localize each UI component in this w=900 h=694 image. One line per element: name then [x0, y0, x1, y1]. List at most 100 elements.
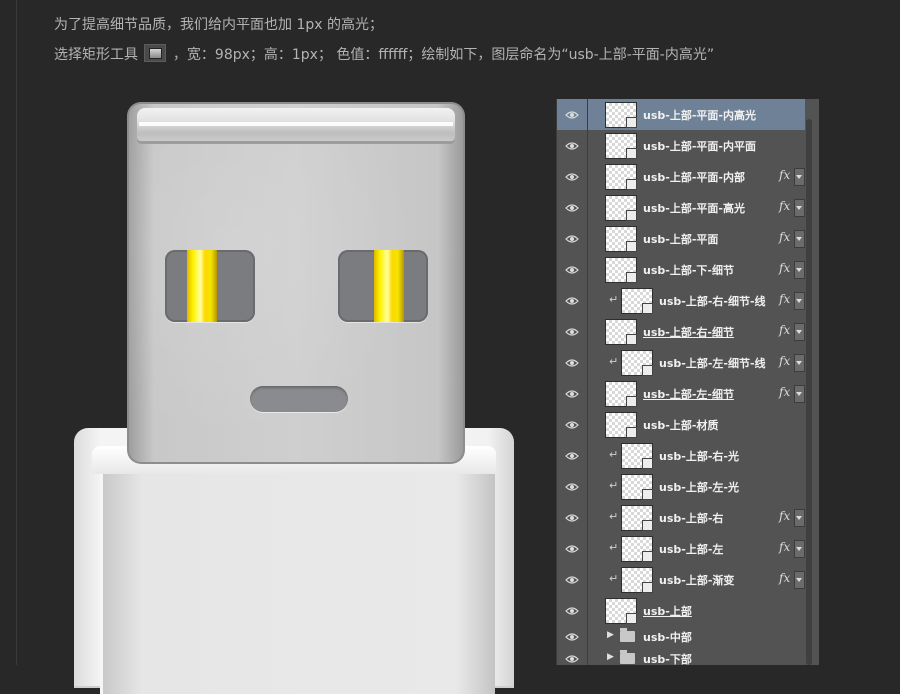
eye-icon[interactable]	[557, 378, 588, 409]
fx-expand-toggle[interactable]	[794, 385, 805, 403]
layer-name[interactable]: usb-上部-平面-高光	[643, 200, 745, 216]
layer-thumbnail[interactable]	[605, 226, 637, 252]
layer-row[interactable]: ↵ usb-上部-左-光	[557, 471, 805, 503]
layer-thumbnail[interactable]	[621, 567, 653, 593]
layer-name[interactable]: usb-上部-材质	[643, 417, 718, 433]
fx-expand-toggle[interactable]	[794, 571, 805, 589]
layer-name[interactable]: usb-上部-左-光	[659, 479, 739, 495]
layer-thumbnail[interactable]	[621, 288, 653, 314]
fx-expand-toggle[interactable]	[794, 168, 805, 186]
layer-row[interactable]: ↵ usb-上部-渐变 fx	[557, 564, 805, 596]
fx-icon[interactable]: fx	[779, 354, 790, 368]
layer-thumbnail[interactable]	[605, 257, 637, 283]
usb-right-slot	[338, 250, 428, 322]
eye-icon[interactable]	[557, 471, 588, 502]
fx-icon[interactable]: fx	[779, 230, 790, 244]
layer-row[interactable]: usb-上部-平面-高光 fx	[557, 192, 805, 224]
layer-name[interactable]: usb-上部	[643, 603, 692, 619]
layer-name[interactable]: usb-上部-右-光	[659, 448, 739, 464]
fx-expand-toggle[interactable]	[794, 199, 805, 217]
layer-row[interactable]: ↵ usb-上部-右-光	[557, 440, 805, 472]
eye-icon[interactable]	[557, 192, 588, 223]
layer-row[interactable]: usb-上部-平面 fx	[557, 223, 805, 255]
fx-icon[interactable]: fx	[779, 199, 790, 213]
layer-row[interactable]: usb-上部-下-细节 fx	[557, 254, 805, 286]
eye-icon[interactable]	[557, 502, 588, 533]
layer-name[interactable]: usb-上部-渐变	[659, 572, 734, 588]
eye-icon[interactable]	[557, 648, 588, 665]
fx-expand-toggle[interactable]	[794, 354, 805, 372]
layer-thumbnail[interactable]	[621, 350, 653, 376]
eye-icon[interactable]	[557, 254, 588, 285]
fx-icon[interactable]: fx	[779, 571, 790, 585]
layer-thumbnail[interactable]	[605, 598, 637, 624]
layer-group-row[interactable]: ▶ usb-中部	[557, 626, 805, 649]
eye-icon[interactable]	[557, 564, 588, 595]
layer-row[interactable]: ↵ usb-上部-右-细节-线 fx	[557, 285, 805, 317]
layer-name[interactable]: usb-上部-右-细节-线	[659, 293, 766, 309]
eye-icon[interactable]	[557, 409, 588, 440]
fx-expand-toggle[interactable]	[794, 292, 805, 310]
eye-icon[interactable]	[557, 223, 588, 254]
fx-expand-toggle[interactable]	[794, 323, 805, 341]
eye-icon[interactable]	[557, 99, 588, 130]
layer-thumbnail[interactable]	[605, 133, 637, 159]
layer-row[interactable]: usb-上部-右-细节 fx	[557, 316, 805, 348]
layer-row[interactable]: usb-上部-材质	[557, 409, 805, 441]
disclosure-triangle-icon[interactable]: ▶	[607, 630, 614, 640]
eye-icon[interactable]	[557, 347, 588, 378]
fx-icon[interactable]: fx	[779, 385, 790, 399]
layer-name[interactable]: usb-上部-左-细节-线	[659, 355, 766, 371]
eye-icon[interactable]	[557, 626, 588, 648]
group-name[interactable]: usb-中部	[643, 629, 692, 645]
disclosure-triangle-icon[interactable]: ▶	[607, 652, 614, 662]
layer-name[interactable]: usb-上部-下-细节	[643, 262, 734, 278]
eye-icon[interactable]	[557, 285, 588, 316]
group-name[interactable]: usb-下部	[643, 651, 692, 665]
layer-row[interactable]: usb-上部-平面-内部 fx	[557, 161, 805, 193]
layer-thumbnail[interactable]	[605, 412, 637, 438]
fx-expand-toggle[interactable]	[794, 261, 805, 279]
fx-icon[interactable]: fx	[779, 261, 790, 275]
layer-row[interactable]: usb-上部-左-细节 fx	[557, 378, 805, 410]
layer-row[interactable]: usb-上部-平面-内高光	[557, 99, 805, 131]
eye-icon[interactable]	[557, 595, 588, 626]
layer-name[interactable]: usb-上部-左	[659, 541, 723, 557]
layer-thumbnail[interactable]	[605, 319, 637, 345]
fx-icon[interactable]: fx	[779, 323, 790, 337]
layer-thumbnail[interactable]	[605, 102, 637, 128]
layer-name[interactable]: usb-上部-右	[659, 510, 723, 526]
layer-thumbnail[interactable]	[621, 474, 653, 500]
layer-group-row[interactable]: ▶ usb-下部	[557, 648, 805, 665]
eye-icon[interactable]	[557, 316, 588, 347]
layer-name[interactable]: usb-上部-右-细节	[643, 324, 734, 340]
eye-icon[interactable]	[557, 161, 588, 192]
fx-expand-toggle[interactable]	[794, 230, 805, 248]
layer-thumbnail[interactable]	[621, 443, 653, 469]
fx-expand-toggle[interactable]	[794, 540, 805, 558]
layer-row[interactable]: usb-上部-平面-内平面	[557, 130, 805, 162]
layer-row[interactable]: ↵ usb-上部-左 fx	[557, 533, 805, 565]
layer-thumbnail[interactable]	[621, 505, 653, 531]
layer-name[interactable]: usb-上部-平面	[643, 231, 718, 247]
layer-name[interactable]: usb-上部-平面-内高光	[643, 107, 756, 123]
fx-icon[interactable]: fx	[779, 168, 790, 182]
layer-row[interactable]: ↵ usb-上部-左-细节-线 fx	[557, 347, 805, 379]
layer-thumbnail[interactable]	[605, 195, 637, 221]
layer-name[interactable]: usb-上部-左-细节	[643, 386, 734, 402]
fx-icon[interactable]: fx	[779, 540, 790, 554]
layer-thumbnail[interactable]	[621, 536, 653, 562]
eye-icon[interactable]	[557, 440, 588, 471]
eye-icon[interactable]	[557, 533, 588, 564]
layer-name[interactable]: usb-上部-平面-内平面	[643, 138, 756, 154]
layer-name[interactable]: usb-上部-平面-内部	[643, 169, 745, 185]
layer-row[interactable]: usb-上部	[557, 595, 805, 627]
fx-icon[interactable]: fx	[779, 292, 790, 306]
layer-row[interactable]: ↵ usb-上部-右 fx	[557, 502, 805, 534]
layers-scrollbar[interactable]	[806, 119, 812, 665]
eye-icon[interactable]	[557, 130, 588, 161]
layer-thumbnail[interactable]	[605, 164, 637, 190]
fx-expand-toggle[interactable]	[794, 509, 805, 527]
layer-thumbnail[interactable]	[605, 381, 637, 407]
fx-icon[interactable]: fx	[779, 509, 790, 523]
